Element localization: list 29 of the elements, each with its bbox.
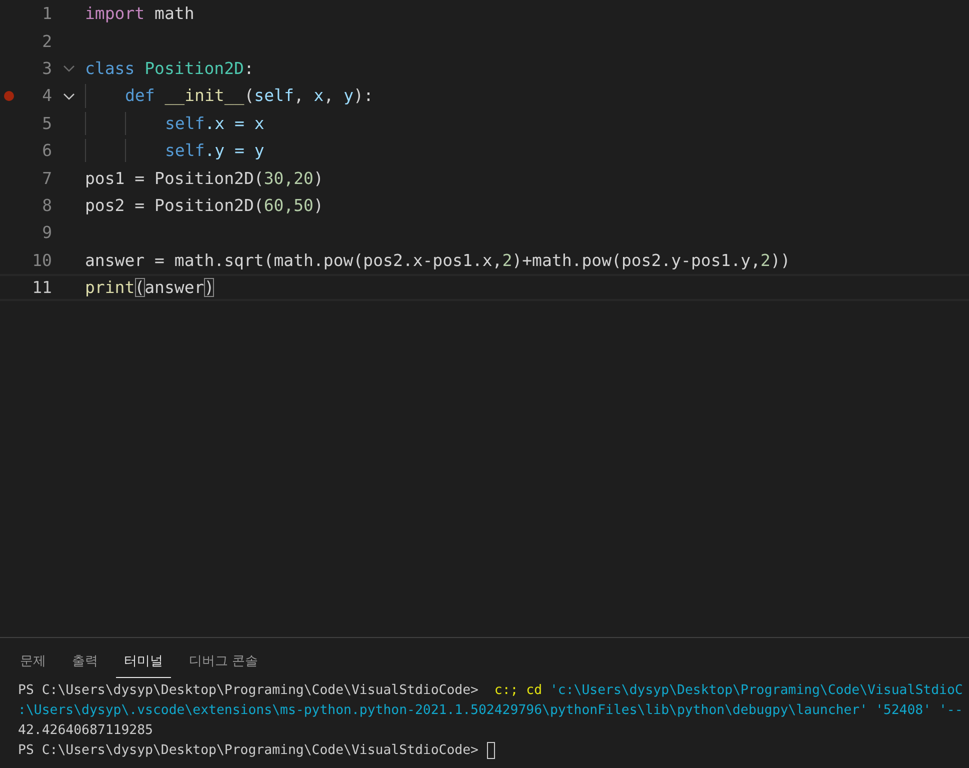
line-number: 9 [41, 223, 52, 242]
terminal-line: 42.42640687119285 [18, 722, 153, 738]
code-line: pos1 = Position2D(30,20) [85, 168, 324, 188]
panel-tab[interactable]: 출력 [64, 650, 106, 678]
code-line: answer = math.sqrt(math.pow(pos2.x-pos1.x,2)+math.pow(pos2.y-pos1.y,2)) [85, 250, 790, 270]
code-line: self.y = y [165, 141, 264, 160]
terminal-line: PS C:\Users\dysyp\Desktop\Programing\Code\VisualStdioCode> [18, 742, 478, 758]
line-number: 1 [41, 4, 52, 24]
line-number: 10 [31, 250, 52, 270]
code-line: pos2 = Position2D(60,50) [85, 196, 324, 215]
line-number: 2 [41, 32, 52, 51]
breakpoint-icon[interactable] [4, 90, 14, 101]
terminal-line: :\Users\dysyp\.vscode\extensions\ms-python.python-2021.1.502429796\pythonFiles\lib\python\debugpy\launcher' '52408' '-- [18, 702, 963, 718]
panel-tab[interactable]: 문제 [12, 650, 54, 678]
code-line: self.x = x [165, 114, 264, 133]
line-number: 3 [41, 58, 52, 78]
line-number: 6 [41, 141, 52, 160]
panel-tab[interactable]: 디버그 콘솔 [181, 650, 266, 678]
line-number: 4 [41, 86, 52, 106]
line-number: 11 [31, 278, 52, 298]
code-line: print(answer) [85, 278, 214, 298]
code-line: def __init__(self, x, y): [125, 86, 374, 106]
code-line: class Position2D: [85, 58, 254, 78]
line-number: 5 [41, 114, 52, 133]
line-number: 8 [41, 196, 52, 215]
line-number: 7 [41, 168, 52, 188]
terminal-line: PS C:\Users\dysyp\Desktop\Programing\Code\VisualStdioCode> c:; cd 'c:\Users\dysyp\Desktop\Programing\Code\VisualStdioC [18, 682, 963, 698]
code-line: import math [85, 4, 194, 24]
panel-tab[interactable]: 터미널 [116, 650, 171, 678]
